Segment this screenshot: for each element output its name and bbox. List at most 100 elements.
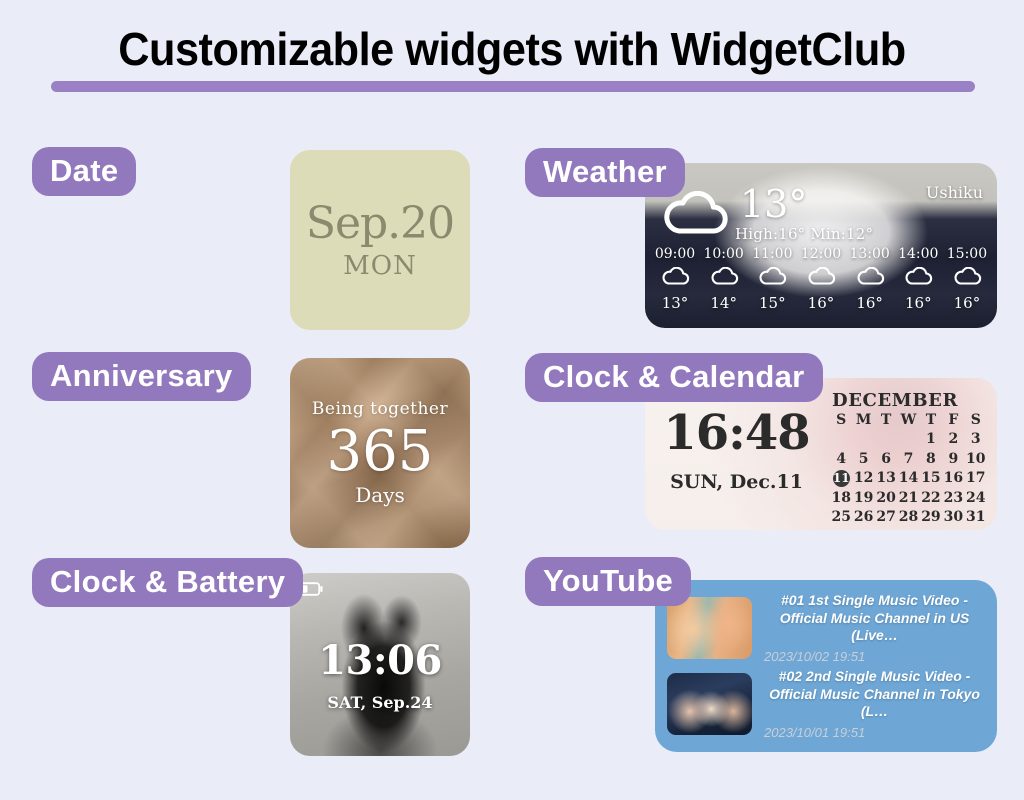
calendar-day-cell[interactable]: 24 [965,489,987,509]
weather-hour-time: 09:00 [654,246,696,262]
calendar-weekday-header-row: S M T W T F S [830,412,987,430]
weather-hour-temp: 16° [904,294,932,312]
cloud-icon [855,266,885,290]
calendar-day-cell[interactable]: 7 [897,450,919,470]
widget-clock-battery[interactable]: 13:06 SAT, Sep.24 [290,573,470,756]
calendar-weekday-header: T [880,412,892,428]
calendar-day-cell[interactable]: 27 [875,508,897,528]
weather-hour-time: 11:00 [752,246,793,262]
label-pill-clock-calendar: Clock & Calendar [525,353,823,403]
calendar-day-cell[interactable]: 1 [920,430,942,450]
weather-hour-cell: 15:00 16° [943,246,991,312]
calendar-day-cell[interactable]: 25 [830,508,852,528]
date-widget-date-text: Sep.20 [305,197,455,249]
calendar-day-cell[interactable]: 19 [852,489,874,509]
widget-anniversary[interactable]: Being together 365 Days [290,358,470,548]
calendar-month-title: DECEMBER [832,390,959,411]
anniversary-count: 365 [326,418,434,484]
weather-hour-temp: 13° [661,294,689,312]
calendar-day-cell[interactable]: 4 [830,450,852,470]
weather-hourly-forecast: 09:00 13° 10:00 14° 11:00 15° 12:00 16° … [651,246,991,312]
cloud-icon [709,266,739,290]
calendar-day-cell[interactable]: 2 [942,430,964,450]
calendar-day-cell[interactable]: 10 [965,450,987,470]
youtube-thumbnail[interactable] [667,673,752,735]
calendar-day-cell[interactable]: 18 [830,489,852,509]
widget-weather[interactable]: 13° High:16° Min:12° Ushiku 09:00 13° 10… [645,163,997,328]
youtube-video-published: 2023/10/02 19:51 [764,648,866,664]
cloud-icon [806,266,836,290]
weather-hour-cell: 09:00 13° [651,246,699,312]
cloud-icon [659,190,731,239]
calendar-day-cell[interactable] [830,430,852,450]
label-pill-clock-battery: Clock & Battery [32,558,304,608]
calendar-day-cell[interactable]: 17 [965,469,987,489]
calendar-weekday-header: F [948,412,959,428]
page-title: Customizable widgets with WidgetClub [118,23,906,75]
weather-hour-temp: 16° [807,294,835,312]
weather-hour-temp: 16° [953,294,981,312]
anniversary-unit: Days [355,483,405,508]
label-pill-weather: Weather [525,148,685,198]
youtube-video-title: #02 2nd Single Music Video - Official Mu… [769,668,980,720]
weather-hour-time: 14:00 [898,246,939,262]
calendar-grid: S M T W T F S 1 2 3 4 5 6 7 8 9 10 11 12… [830,412,987,528]
clock-calendar-time: 16:48 [663,405,810,461]
calendar-day-cell[interactable]: 22 [920,489,942,509]
calendar-day-cell[interactable]: 21 [897,489,919,509]
calendar-day-cell[interactable]: 8 [920,450,942,470]
youtube-video-row[interactable]: #01 1st Single Music Video - Official Mu… [667,592,985,664]
calendar-day-cell[interactable]: 9 [942,450,964,470]
label-pill-youtube: YouTube [525,557,692,607]
weather-hour-time: 12:00 [800,246,842,262]
weather-hour-time: 10:00 [703,246,744,262]
label-pill-date: Date [32,147,137,197]
title-underline-rule [51,81,975,92]
calendar-day-cell[interactable]: 14 [897,469,919,489]
cloud-icon [903,266,933,290]
youtube-video-row[interactable]: #02 2nd Single Music Video - Official Mu… [667,668,985,740]
calendar-day-cell[interactable]: 5 [852,450,874,470]
youtube-thumbnail[interactable] [667,597,752,659]
anniversary-caption: Being together [311,398,449,419]
widget-date[interactable]: Sep.20 MON [290,150,470,330]
calendar-day-cell[interactable]: 31 [965,508,987,528]
calendar-day-cell[interactable]: 26 [852,508,874,528]
weather-hour-temp: 15° [759,294,786,312]
calendar-day-cell-today[interactable]: 11 [830,469,852,489]
calendar-day-cell[interactable] [875,430,897,450]
youtube-video-published: 2023/10/01 19:51 [764,724,866,740]
calendar-day-cell[interactable]: 3 [965,430,987,450]
battery-widget-time: 13:06 [318,637,442,684]
youtube-video-title: #01 1st Single Music Video - Official Mu… [779,592,970,644]
cloud-icon [952,266,982,290]
calendar-day-cell[interactable]: 20 [875,489,897,509]
calendar-today-highlight: 11 [832,470,850,488]
calendar-day-cell[interactable]: 6 [875,450,897,470]
calendar-weekday-header: T [925,412,937,428]
calendar-day-cell[interactable]: 12 [852,469,874,489]
calendar-day-cell[interactable]: 30 [942,508,964,528]
calendar-day-cell[interactable]: 29 [920,508,942,528]
calendar-day-cell[interactable] [897,430,919,450]
calendar-day-cell[interactable]: 28 [897,508,919,528]
calendar-week-row: 1 2 3 [830,430,987,450]
calendar-day-cell[interactable]: 13 [875,469,897,489]
date-widget-weekday: MON [343,250,417,281]
calendar-day-cell[interactable]: 16 [942,469,964,489]
weather-hour-cell: 14:00 16° [894,246,942,312]
calendar-day-cell[interactable] [852,430,874,450]
youtube-video-meta: #01 1st Single Music Video - Official Mu… [764,592,985,664]
calendar-weekday-header: S [836,412,847,428]
weather-hour-cell: 10:00 14° [700,246,748,312]
calendar-week-row: 11 12 13 14 15 16 17 [830,469,987,489]
weather-hour-cell: 11:00 15° [748,246,796,312]
calendar-day-cell[interactable]: 15 [920,469,942,489]
weather-hour-cell: 12:00 16° [797,246,845,312]
calendar-week-row: 25 26 27 28 29 30 31 [830,508,987,528]
calendar-weekday-header: M [855,412,872,428]
cloud-icon [757,266,787,290]
weather-high-low: High:16° Min:12° [735,225,874,243]
widget-youtube[interactable]: #01 1st Single Music Video - Official Mu… [655,580,997,752]
calendar-day-cell[interactable]: 23 [942,489,964,509]
